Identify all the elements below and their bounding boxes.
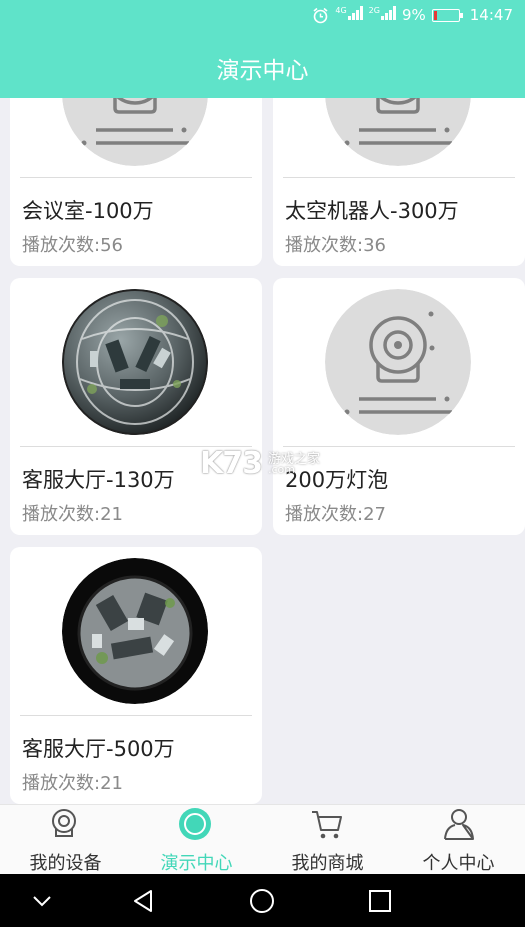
alarm-icon bbox=[313, 7, 328, 23]
demo-card[interactable]: 太空机器人-300万 播放次数:36 bbox=[273, 98, 525, 266]
bottom-tab-bar: 我的设备 演示中心 我的商城 个人中心 bbox=[0, 804, 525, 874]
play-count: 播放次数:21 bbox=[22, 773, 123, 794]
page-title: 演示中心 bbox=[216, 58, 309, 84]
card-title: 客服大厅-130万 bbox=[22, 468, 175, 492]
tab-label: 演示中心 bbox=[160, 853, 233, 874]
tab-label: 个人中心 bbox=[422, 853, 495, 874]
card-title: 客服大厅-500万 bbox=[22, 737, 175, 761]
card-title: 太空机器人-300万 bbox=[285, 199, 459, 223]
person-icon bbox=[442, 807, 476, 841]
signal-icon bbox=[380, 6, 396, 20]
tab-demo-center[interactable]: 演示中心 bbox=[131, 805, 262, 875]
fisheye-thumbnail bbox=[62, 558, 208, 704]
tab-label: 我的商城 bbox=[291, 853, 364, 874]
fisheye-thumbnail bbox=[62, 289, 208, 435]
signal-1: 4G bbox=[335, 6, 363, 24]
tab-label: 我的设备 bbox=[29, 853, 102, 874]
signal-icon bbox=[347, 6, 363, 20]
demo-center-icon bbox=[178, 807, 212, 841]
demo-card[interactable]: 会议室-100万 播放次数:56 bbox=[10, 98, 262, 266]
play-count: 播放次数:21 bbox=[22, 504, 123, 525]
app-header: 演示中心 bbox=[0, 32, 525, 98]
demo-card[interactable]: 200万灯泡 播放次数:27 bbox=[273, 278, 525, 535]
recents-icon[interactable] bbox=[366, 887, 394, 915]
battery-percent: 9% bbox=[401, 6, 426, 24]
card-title: 会议室-100万 bbox=[22, 199, 154, 223]
cart-icon bbox=[310, 807, 344, 841]
play-count: 播放次数:36 bbox=[285, 235, 386, 256]
home-icon[interactable] bbox=[248, 887, 276, 915]
status-icons: 4G 2G 9% 14:47 bbox=[312, 6, 513, 24]
tab-personal-center[interactable]: 个人中心 bbox=[393, 805, 524, 875]
system-nav-bar bbox=[0, 874, 525, 927]
play-count: 播放次数:27 bbox=[285, 504, 386, 525]
camera-icon bbox=[47, 807, 81, 841]
signal-2: 2G bbox=[369, 6, 396, 24]
battery-icon bbox=[431, 8, 463, 22]
tab-my-devices[interactable]: 我的设备 bbox=[0, 805, 131, 875]
chevron-down-icon[interactable] bbox=[28, 887, 56, 915]
camera-placeholder-thumbnail bbox=[325, 289, 471, 435]
divider bbox=[283, 446, 515, 447]
status-bar: 4G 2G 9% 14:47 bbox=[0, 0, 525, 32]
camera-placeholder-thumbnail bbox=[325, 98, 471, 166]
network-type-1: 4G bbox=[335, 6, 347, 15]
tab-my-mall[interactable]: 我的商城 bbox=[262, 805, 393, 875]
demo-card[interactable]: 客服大厅-500万 播放次数:21 bbox=[10, 547, 262, 804]
device-grid[interactable]: 会议室-100万 播放次数:56 太空机器人-300万 播放次数:36 客服大厅… bbox=[0, 98, 525, 804]
clock: 14:47 bbox=[469, 6, 513, 24]
back-icon[interactable] bbox=[130, 887, 158, 915]
network-type-2: 2G bbox=[368, 6, 380, 15]
play-count: 播放次数:56 bbox=[22, 235, 123, 256]
divider bbox=[20, 177, 252, 178]
card-title: 200万灯泡 bbox=[285, 468, 389, 492]
divider bbox=[283, 177, 515, 178]
divider bbox=[20, 446, 252, 447]
demo-card[interactable]: 客服大厅-130万 播放次数:21 bbox=[10, 278, 262, 535]
divider bbox=[20, 715, 252, 716]
camera-placeholder-thumbnail bbox=[62, 98, 208, 166]
